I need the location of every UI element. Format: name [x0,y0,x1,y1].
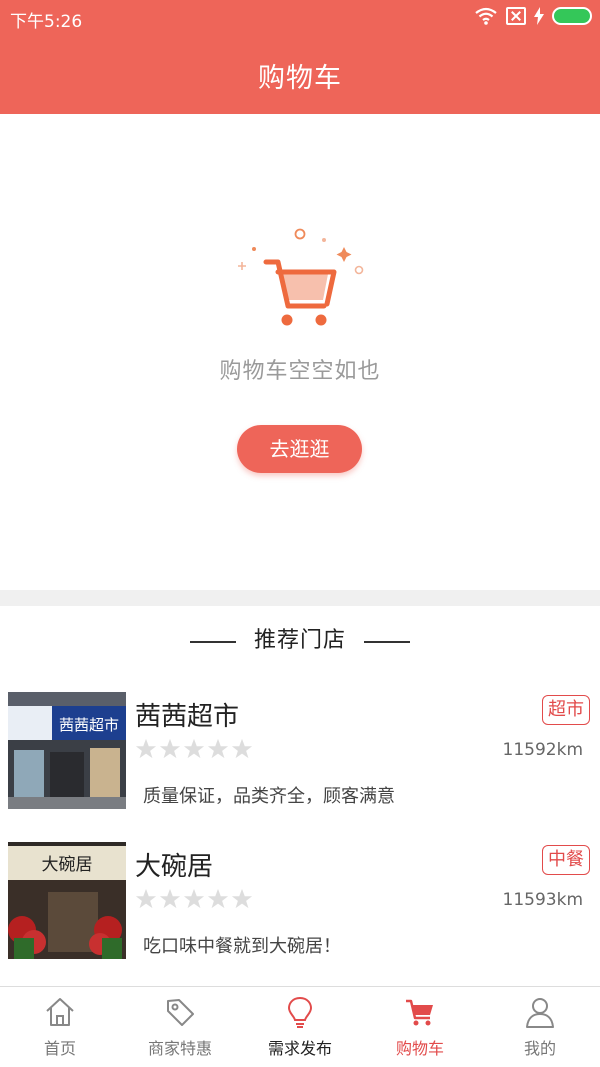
star-icon [231,888,253,909]
store-sign-text: 茜茜超市 [59,716,119,734]
store-card[interactable]: 茜茜超市 茜茜超市 超市 11592km 质量保证，品类齐全，顾客满意 [0,692,600,812]
battery-icon [552,7,592,25]
cart-icon [406,999,433,1026]
no-sim-icon [506,7,526,25]
go-shopping-button[interactable]: 去逛逛 [237,425,362,473]
home-icon [46,998,74,1026]
store-photo: 大碗居 [8,842,126,959]
tab-post-request[interactable]: 需求发布 [240,987,360,1067]
store-description: 吃口味中餐就到大碗居！ [143,936,341,957]
charging-icon [534,7,544,25]
star-icon [159,888,181,909]
tab-merchant-deals[interactable]: 商家特惠 [120,987,240,1067]
store-name: 大碗居 [135,852,214,882]
user-icon [526,998,554,1028]
star-icon [207,888,229,909]
store-sign-text: 大碗居 [42,855,93,875]
store-distance: 11592km [502,740,583,760]
lightbulb-icon [287,996,313,1028]
tab-label: 需求发布 [267,1039,332,1058]
recommend-title: 推荐门店 [253,628,346,653]
tab-label: 首页 [43,1039,76,1058]
rating-stars [135,738,253,760]
bottom-tab-bar: 首页 商家特惠 需求发布 购物车 我的 [0,986,600,1067]
page-title: 购物车 [258,63,342,94]
star-icon [135,738,157,759]
recommend-header: 推荐门店 [0,624,600,658]
empty-cart-illustration-icon [238,228,364,326]
tab-label: 购物车 [395,1039,444,1058]
star-icon [231,738,253,759]
store-category-badge: 中餐 [542,845,590,875]
empty-cart-section [0,114,600,590]
store-photo: 茜茜超市 [8,692,126,809]
wifi-icon [475,7,497,25]
app-header: 下午5:26 购物车 [0,0,600,114]
tab-label: 商家特惠 [147,1039,212,1058]
tab-label: 我的 [523,1039,556,1058]
title-line-left [190,641,236,643]
tag-icon [167,999,194,1026]
star-icon [183,888,205,909]
store-category-badge: 超市 [542,695,590,725]
status-icons [474,6,592,26]
store-name: 茜茜超市 [135,702,240,732]
status-time: 下午5:26 [10,12,83,32]
star-icon [159,738,181,759]
status-bar: 下午5:26 [0,0,600,34]
store-card[interactable]: 大碗居 大碗居 中餐 11593km 吃口味中餐就到大碗居！ [0,842,600,962]
store-description: 质量保证，品类齐全，顾客满意 [143,786,395,807]
empty-cart-message: 购物车空空如也 [219,359,381,384]
section-divider [0,590,600,606]
star-icon [207,738,229,759]
star-icon [183,738,205,759]
tab-cart[interactable]: 购物车 [360,987,480,1067]
tab-home[interactable]: 首页 [0,987,120,1067]
rating-stars [135,888,253,910]
star-icon [135,888,157,909]
tab-profile[interactable]: 我的 [480,987,600,1067]
title-line-right [364,641,410,643]
store-distance: 11593km [502,890,583,910]
